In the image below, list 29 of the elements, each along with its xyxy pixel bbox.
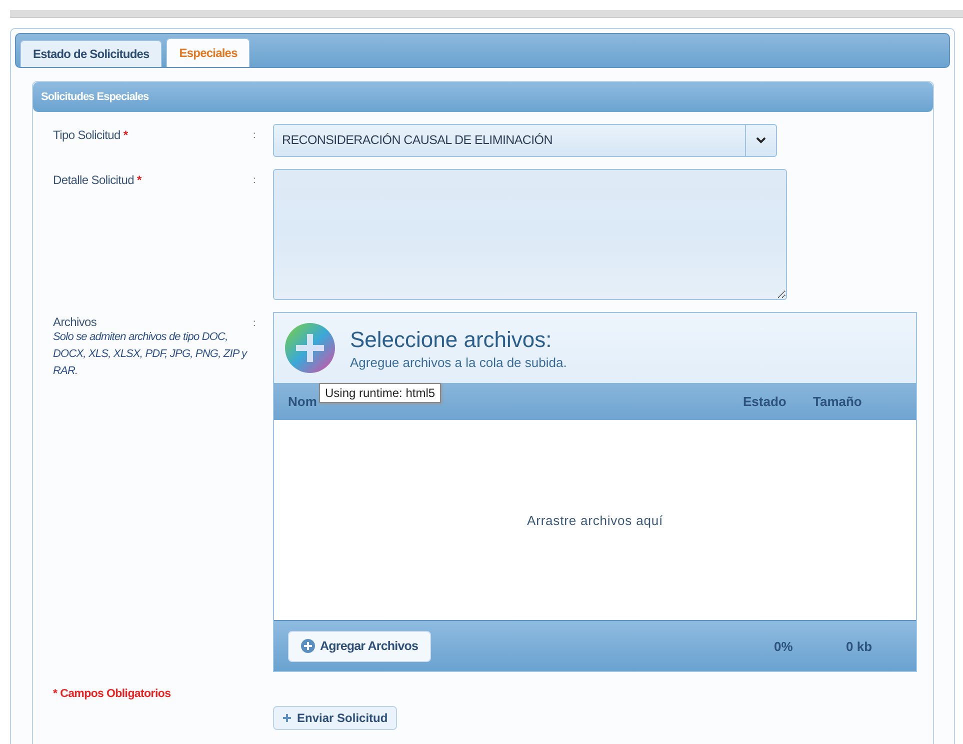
submit-button[interactable]: Enviar Solicitud	[273, 706, 397, 730]
tooltip: Using runtime: html5	[319, 383, 442, 403]
add-icon	[301, 639, 315, 653]
column-header: Tamaño	[813, 394, 863, 409]
add-icon[interactable]	[284, 322, 336, 374]
colon: :	[253, 317, 257, 329]
add-files-button[interactable]: Agregar Archivos	[288, 630, 432, 662]
drop-area[interactable]: Arrastre archivos aquí	[274, 420, 916, 620]
required-mark: *	[123, 128, 128, 142]
upload-size: 0 kb	[846, 638, 874, 654]
uploader-subtitle: Agregue archivos a la cola de subida.	[350, 354, 567, 370]
field-label: Archivos	[53, 315, 98, 329]
colon: :	[253, 174, 257, 186]
drop-text: Arrastre archivos aquí	[527, 512, 663, 528]
file-type-hint: Solo se admiten archivos de tipo DOC, DOCX, XLS, XLSX, PDF, JPG, PNG, ZIP y RAR.	[53, 330, 248, 379]
column-header: Estado	[743, 394, 788, 409]
field-label: Detalle Solicitud	[53, 173, 134, 187]
chevron-down-icon	[756, 137, 766, 144]
upload-percent: 0%	[774, 638, 794, 654]
section-title: Solicitudes Especiales	[33, 82, 933, 112]
required-mark: *	[136, 173, 142, 187]
plus-icon	[282, 713, 292, 723]
type-select[interactable]: RECONSIDERACIÓN CAUSAL DE ELIMINACIÓN	[273, 124, 777, 157]
uploader-title: Seleccione archivos:	[350, 326, 553, 352]
tab[interactable]: Estado de Solicitudes	[20, 40, 162, 67]
required-note: * Campos Obligatorios	[53, 688, 172, 700]
colon: :	[253, 129, 257, 141]
column-header: Nom	[288, 394, 318, 409]
field-label: Tipo Solicitud	[53, 128, 120, 142]
